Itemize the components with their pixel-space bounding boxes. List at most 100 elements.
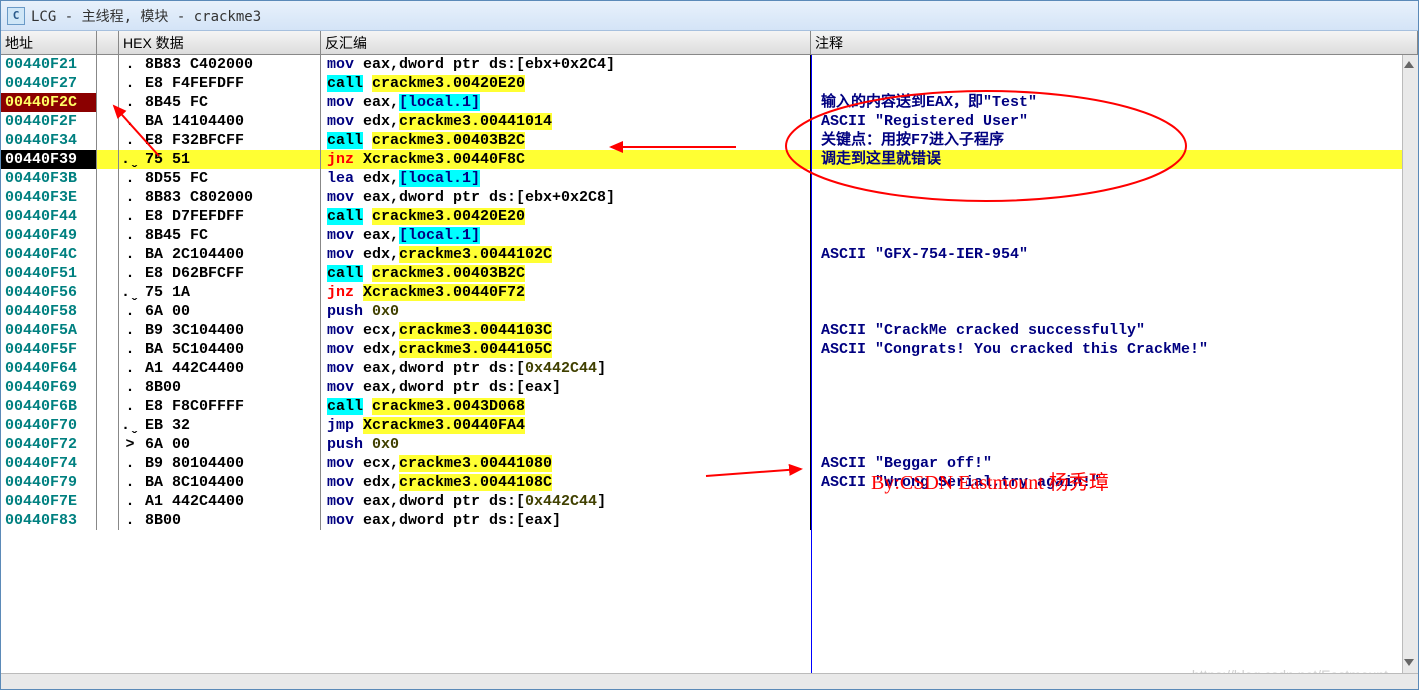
- scrollbar-vertical[interactable]: [1402, 55, 1418, 673]
- address-cell[interactable]: 00440F44: [1, 207, 97, 226]
- disasm-row[interactable]: 00440F74.B9 80104400mov ecx,crackme3.004…: [1, 454, 1418, 473]
- header-comment[interactable]: 注释: [811, 31, 1418, 54]
- disasm-row[interactable]: 00440F69.8B00mov eax,dword ptr ds:[eax]: [1, 378, 1418, 397]
- address-cell[interactable]: 00440F6B: [1, 397, 97, 416]
- disassembly-rows[interactable]: 00440F21.8B83 C402000mov eax,dword ptr d…: [1, 55, 1418, 530]
- address-cell[interactable]: 00440F49: [1, 226, 97, 245]
- disasm-row[interactable]: 00440F2F.BA 14104400mov edx,crackme3.004…: [1, 112, 1418, 131]
- flag-cell: .: [119, 473, 141, 492]
- address-cell[interactable]: 00440F72: [1, 435, 97, 454]
- disasm-cell: jnz Xcrackme3.00440F8C: [321, 150, 811, 169]
- hex-cell: A1 442C4400: [141, 359, 321, 378]
- flag-cell: .: [119, 378, 141, 397]
- disasm-row[interactable]: 00440F79.BA 8C104400mov edx,crackme3.004…: [1, 473, 1418, 492]
- header-address[interactable]: 地址: [1, 31, 97, 54]
- address-cell[interactable]: 00440F2F: [1, 112, 97, 131]
- disasm-row[interactable]: 00440F72>6A 00push 0x0: [1, 435, 1418, 454]
- disasm-row[interactable]: 00440F34.E8 F32BFCFFcall crackme3.00403B…: [1, 131, 1418, 150]
- comment-cell: [811, 283, 1418, 302]
- disasm-row[interactable]: 00440F4C.BA 2C104400mov edx,crackme3.004…: [1, 245, 1418, 264]
- disasm-row[interactable]: 00440F49.8B45 FCmov eax,[local.1]: [1, 226, 1418, 245]
- disasm-row[interactable]: 00440F7E.A1 442C4400mov eax,dword ptr ds…: [1, 492, 1418, 511]
- comment-cell: [811, 207, 1418, 226]
- disasm-row[interactable]: 00440F83.8B00mov eax,dword ptr ds:[eax]: [1, 511, 1418, 530]
- disasm-row[interactable]: 00440F64.A1 442C4400mov eax,dword ptr ds…: [1, 359, 1418, 378]
- disasm-row[interactable]: 00440F51.E8 D62BFCFFcall crackme3.00403B…: [1, 264, 1418, 283]
- flag-cell: .: [119, 207, 141, 226]
- address-cell[interactable]: 00440F70: [1, 416, 97, 435]
- address-cell[interactable]: 00440F4C: [1, 245, 97, 264]
- disasm-row[interactable]: 00440F3E.8B83 C802000mov eax,dword ptr d…: [1, 188, 1418, 207]
- flag-cell: .: [119, 131, 141, 150]
- disasm-cell: jnz Xcrackme3.00440F72: [321, 283, 811, 302]
- address-cell[interactable]: 00440F34: [1, 131, 97, 150]
- disasm-row[interactable]: 00440F27.E8 F4FEFDFFcall crackme3.00420E…: [1, 74, 1418, 93]
- disasm-row[interactable]: 00440F39.ˬ75 51jnz Xcrackme3.00440F8C调走到…: [1, 150, 1418, 169]
- comment-cell: [811, 169, 1418, 188]
- comment-cell: [811, 511, 1418, 530]
- address-cell[interactable]: 00440F69: [1, 378, 97, 397]
- disasm-row[interactable]: 00440F56.ˬ75 1Ajnz Xcrackme3.00440F72: [1, 283, 1418, 302]
- scroll-down-icon[interactable]: [1403, 657, 1415, 669]
- mark-cell: [97, 492, 119, 511]
- hex-cell: A1 442C4400: [141, 492, 321, 511]
- disasm-row[interactable]: 00440F6B.E8 F8C0FFFFcall crackme3.0043D0…: [1, 397, 1418, 416]
- flag-cell: .: [119, 511, 141, 530]
- address-cell[interactable]: 00440F3B: [1, 169, 97, 188]
- address-cell[interactable]: 00440F7E: [1, 492, 97, 511]
- header-disasm[interactable]: 反汇编: [321, 31, 811, 54]
- mark-cell: [97, 245, 119, 264]
- disasm-row[interactable]: 00440F70.ˬEB 32jmp Xcrackme3.00440FA4: [1, 416, 1418, 435]
- address-cell[interactable]: 00440F58: [1, 302, 97, 321]
- address-cell[interactable]: 00440F51: [1, 264, 97, 283]
- mark-cell: [97, 454, 119, 473]
- comment-cell: [811, 416, 1418, 435]
- address-cell[interactable]: 00440F83: [1, 511, 97, 530]
- scroll-up-icon[interactable]: [1403, 59, 1415, 71]
- comment-cell: ASCII "Congrats! You cracked this CrackM…: [811, 340, 1418, 359]
- header-mark[interactable]: [97, 31, 119, 54]
- flag-cell: >: [119, 435, 141, 454]
- hex-cell: 6A 00: [141, 435, 321, 454]
- disasm-row[interactable]: 00440F21.8B83 C402000mov eax,dword ptr d…: [1, 55, 1418, 74]
- mark-cell: [97, 226, 119, 245]
- address-cell[interactable]: 00440F64: [1, 359, 97, 378]
- mark-cell: [97, 435, 119, 454]
- hex-cell: 75 1A: [141, 283, 321, 302]
- disasm-row[interactable]: 00440F2C.8B45 FCmov eax,[local.1]输入的内容送到…: [1, 93, 1418, 112]
- disasm-row[interactable]: 00440F3B.8D55 FClea edx,[local.1]: [1, 169, 1418, 188]
- mark-cell: [97, 340, 119, 359]
- disasm-cell: call crackme3.00420E20: [321, 74, 811, 93]
- mark-cell: [97, 93, 119, 112]
- column-divider[interactable]: [811, 55, 812, 689]
- address-cell[interactable]: 00440F2C: [1, 93, 97, 112]
- disasm-cell: call crackme3.0043D068: [321, 397, 811, 416]
- disasm-row[interactable]: 00440F44.E8 D7FEFDFFcall crackme3.00420E…: [1, 207, 1418, 226]
- address-cell[interactable]: 00440F39: [1, 150, 97, 169]
- comment-cell: 关键点：用按F7进入子程序: [811, 131, 1418, 150]
- hex-cell: 8B00: [141, 511, 321, 530]
- disasm-row[interactable]: 00440F58.6A 00push 0x0: [1, 302, 1418, 321]
- title-bar[interactable]: C LCG - 主线程, 模块 - crackme3: [1, 1, 1418, 31]
- address-cell[interactable]: 00440F56: [1, 283, 97, 302]
- comment-cell: ASCII "GFX-754-IER-954": [811, 245, 1418, 264]
- hex-cell: B9 3C104400: [141, 321, 321, 340]
- disasm-row[interactable]: 00440F5F.BA 5C104400mov edx,crackme3.004…: [1, 340, 1418, 359]
- header-hex[interactable]: HEX 数据: [119, 31, 321, 54]
- hex-cell: E8 F8C0FFFF: [141, 397, 321, 416]
- mark-cell: [97, 511, 119, 530]
- address-cell[interactable]: 00440F5F: [1, 340, 97, 359]
- disasm-cell: call crackme3.00420E20: [321, 207, 811, 226]
- address-cell[interactable]: 00440F5A: [1, 321, 97, 340]
- comment-cell: [811, 359, 1418, 378]
- address-cell[interactable]: 00440F21: [1, 55, 97, 74]
- disasm-row[interactable]: 00440F5A.B9 3C104400mov ecx,crackme3.004…: [1, 321, 1418, 340]
- address-cell[interactable]: 00440F3E: [1, 188, 97, 207]
- flag-cell: .: [119, 245, 141, 264]
- address-cell[interactable]: 00440F74: [1, 454, 97, 473]
- content-area: 地址 HEX 数据 反汇编 注释 00440F21.8B83 C402000mo…: [1, 31, 1418, 689]
- disasm-cell: jmp Xcrackme3.00440FA4: [321, 416, 811, 435]
- scrollbar-horizontal[interactable]: [1, 673, 1418, 689]
- address-cell[interactable]: 00440F27: [1, 74, 97, 93]
- address-cell[interactable]: 00440F79: [1, 473, 97, 492]
